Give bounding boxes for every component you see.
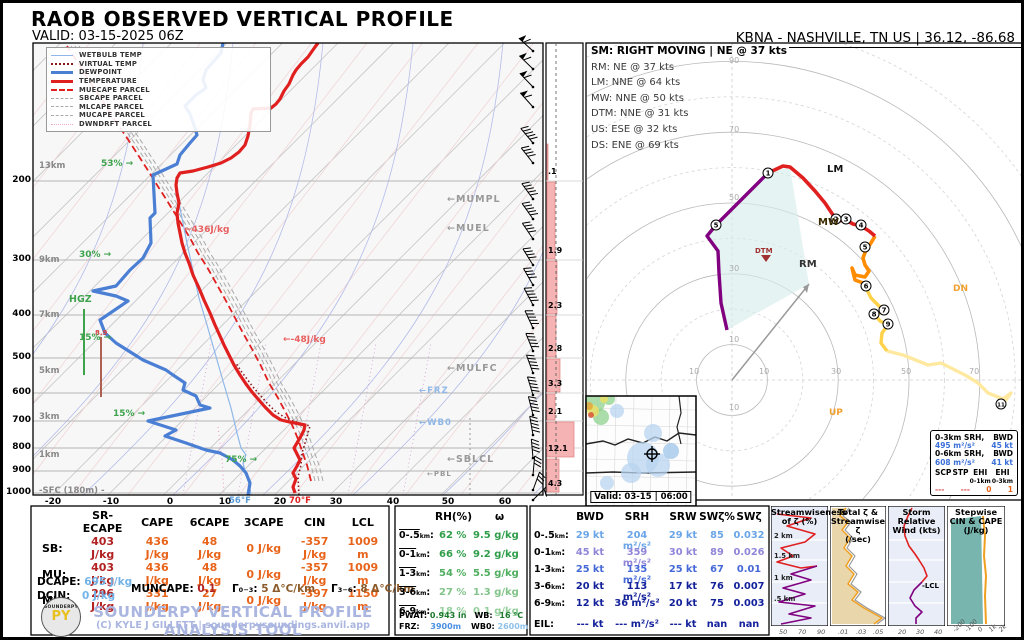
mini-chart-title: Stepwise CIN & CAPE (J/kg) xyxy=(949,507,1003,535)
storm-motion-line: LM: NNE @ 64 kts xyxy=(591,77,681,89)
mini-chart-xtick: 30 xyxy=(916,628,925,636)
legend-line-swatch xyxy=(51,114,73,116)
mini-chart-title: Total ζ & Streamwise ζ (/sec) xyxy=(830,507,886,544)
mini-chart-title: Storm Relative Wind (kts) xyxy=(892,507,941,535)
legend-line-swatch xyxy=(51,97,73,99)
mini-chart-ylabel: 1.5 km xyxy=(774,552,801,560)
inset-row: 608 m²/s² 41 kt xyxy=(935,457,1013,467)
mini-chart-xtick: 40 xyxy=(934,628,943,636)
legend-label: MLCAPE PARCEL xyxy=(79,102,144,111)
legend-item: MUECAPE PARCEL xyxy=(51,85,266,94)
mini-chart-ylabel: 2 km xyxy=(774,532,793,540)
mini-chart-title: Streamwiseness of ζ (%) xyxy=(771,507,847,526)
mini-chart-xtick: 0 xyxy=(976,625,985,634)
sounderpy-figure: 5 1 2 3 4 5 6 7 8 9 11 RAOB OBSERVED VERTICAL PROF… xyxy=(0,0,1024,640)
legend-item: VIRTUAL TEMP xyxy=(51,60,266,69)
mini-chart-xtick: 70 xyxy=(798,628,807,636)
legend-line-swatch xyxy=(51,54,73,56)
legend-item: MLCAPE PARCEL xyxy=(51,103,266,112)
legend-line-swatch xyxy=(51,88,73,91)
legend-label: DEWPOINT xyxy=(79,68,122,77)
legend-item: TEMPERATURE xyxy=(51,77,266,86)
legend-item: SBCAPE PARCEL xyxy=(51,94,266,103)
legend-label: DWNDRFT PARCEL xyxy=(79,120,152,129)
storm-motion-lines: RM: NE @ 37 kts LM: NNE @ 64 kts MW: NNE @… xyxy=(591,62,787,151)
storm-motion-line: RM: NE @ 37 kts xyxy=(591,61,675,73)
mini-chart-xtick: .01 xyxy=(838,628,849,636)
mini-chart-ylabel: 1 km xyxy=(774,574,793,582)
legend-label: MUECAPE PARCEL xyxy=(79,85,150,94)
legend-label: SBCAPE PARCEL xyxy=(79,94,143,103)
storm-motion-line: DS: ENE @ 69 kts xyxy=(591,139,679,151)
mini-chart-xtick: 50 xyxy=(779,628,788,636)
storm-motion-title: SM: RIGHT MOVING | NE @ 37 kts xyxy=(591,45,788,57)
mini-chart-xtick: 20 xyxy=(898,628,907,636)
mini-chart-xtick: .03 xyxy=(856,628,867,636)
legend-item: DWNDRFT PARCEL xyxy=(51,120,266,129)
legend-item: DEWPOINT xyxy=(51,68,266,77)
mini-chart-xtick: 90 xyxy=(817,628,826,636)
skewt-legend: WETBULB TEMP VIRTUAL TEMP DEWPOINT TEMPERAT… xyxy=(46,47,271,133)
storm-motion-line: MW: NNE @ 50 kts xyxy=(591,92,684,104)
legend-label: WETBULB TEMP xyxy=(79,51,142,60)
lcl-label: -LCL xyxy=(922,582,939,590)
legend-line-swatch xyxy=(51,79,73,83)
legend-line-swatch xyxy=(51,106,73,108)
storm-motion-info: SM: RIGHT MOVING | NE @ 37 kts RM: NE @ … xyxy=(591,45,787,151)
storm-motion-line: US: ESE @ 32 kts xyxy=(591,123,678,135)
legend-line-swatch xyxy=(51,123,73,125)
mini-chart-ylabel: .5 km xyxy=(774,595,796,603)
legend-line-swatch xyxy=(51,70,73,74)
legend-item: WETBULB TEMP xyxy=(51,51,266,60)
legend-item: MUCAPE PARCEL xyxy=(51,111,266,120)
legend-label: MUCAPE PARCEL xyxy=(79,111,145,120)
legend-label: TEMPERATURE xyxy=(79,77,137,86)
mini-chart-xtick: .05 xyxy=(873,628,884,636)
srh-bwd-inset-box: 0-3km SRH, BWD 495 m²/s² 45 kt 0-6km SRH, BWD… xyxy=(930,430,1018,496)
storm-motion-line: DTM: NNE @ 31 kts xyxy=(591,108,689,120)
legend-line-swatch xyxy=(51,62,73,65)
legend-label: VIRTUAL TEMP xyxy=(79,59,138,68)
